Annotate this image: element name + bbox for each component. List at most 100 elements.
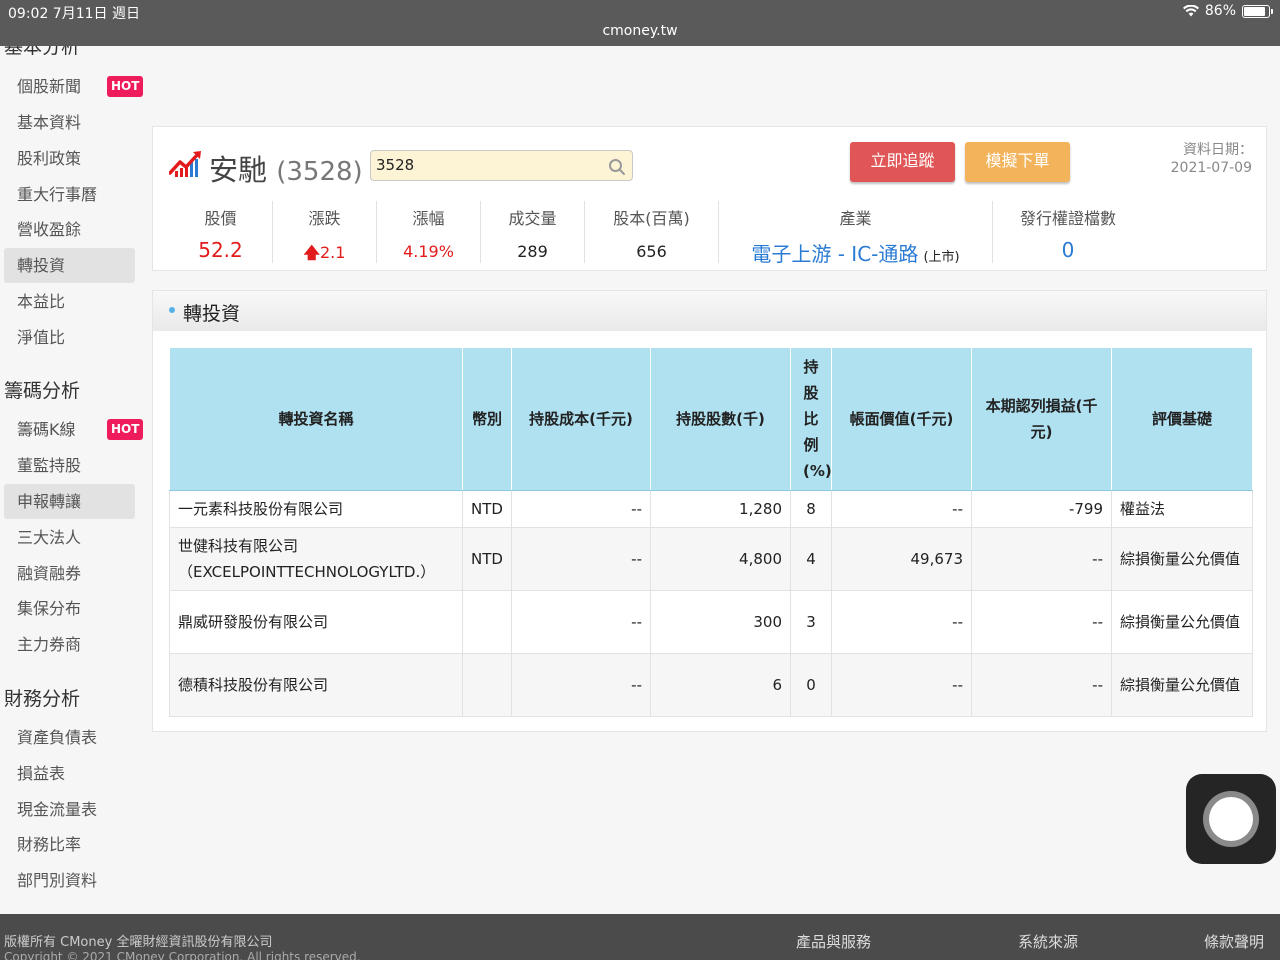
sidebar-item-label: 主力券商 xyxy=(17,635,82,654)
sidebar-item-label: 部門別資料 xyxy=(17,871,98,890)
table-row: 世健科技有限公司（EXCELPOINTTECHNOLOGYLTD.） NTD -… xyxy=(169,527,1253,591)
cell-shares: 1,280 xyxy=(650,490,791,528)
sidebar-item-label: 基本資料 xyxy=(17,113,82,132)
stat-value: 289 xyxy=(517,242,548,261)
sidebar-item-balance-sheet[interactable]: 資產負債表 xyxy=(4,720,135,755)
stock-title: 安馳 (3528) xyxy=(209,147,363,189)
stat-price: 股價 52.2 xyxy=(169,201,273,263)
sidebar-item-label: 現金流量表 xyxy=(17,800,98,819)
hot-badge: HOT xyxy=(107,419,144,440)
cell-book: -- xyxy=(831,653,972,717)
sidebar-item-segments[interactable]: 部門別資料 xyxy=(4,863,135,898)
stat-label: 漲跌 xyxy=(308,209,341,228)
sidebar-item-investment[interactable]: 轉投資 xyxy=(4,248,135,283)
sidebar-item-dividend[interactable]: 股利政策 xyxy=(4,141,135,176)
stat-warrants: 發行權證檔數 0 xyxy=(993,201,1143,263)
battery-icon xyxy=(1242,4,1273,18)
rising-chart-icon xyxy=(168,149,203,181)
sidebar-item-label: 籌碼K線 xyxy=(17,420,76,439)
sidebar-item-institutional[interactable]: 三大法人 xyxy=(4,520,135,555)
sidebar-item-transfer[interactable]: 申報轉讓 xyxy=(4,484,135,519)
sidebar-item-label: 重大行事曆 xyxy=(17,185,98,204)
stat-value: 電子上游 - IC-通路 (上市) xyxy=(719,238,992,267)
cell-pl: -- xyxy=(971,653,1112,717)
column-header: 帳面價值(千元) xyxy=(831,347,972,491)
table-row: 鼎威研發股份有限公司 -- 300 3 -- -- 綜損衡量公允價值 xyxy=(169,590,1253,654)
sidebar-item-revenue[interactable]: 營收盈餘 xyxy=(4,212,135,247)
cell-cost: -- xyxy=(511,590,651,654)
column-header: 持股比例(%) xyxy=(790,347,832,491)
sidebar-item-custody[interactable]: 集保分布 xyxy=(4,591,135,626)
cell-ratio: 3 xyxy=(790,590,832,654)
cell-currency: NTD xyxy=(462,490,512,528)
cell-ratio: 8 xyxy=(790,490,832,528)
stat-label: 成交量 xyxy=(508,209,557,228)
sidebar-item-label: 股利政策 xyxy=(17,149,82,168)
table-row: 德積科技股份有限公司 -- 6 0 -- -- 綜損衡量公允價值 xyxy=(169,653,1253,717)
table-header-row: 轉投資名稱 幣別 持股成本(千元) 持股股數(千) 持股比例(%) 帳面價值(千… xyxy=(169,347,1253,491)
stock-search-input[interactable]: 3528 xyxy=(370,150,633,181)
sidebar-item-basic-info[interactable]: 基本資料 xyxy=(4,105,135,140)
cell-basis: 權益法 xyxy=(1111,490,1253,528)
column-header: 本期認列損益(千元) xyxy=(971,347,1112,491)
sidebar-item-pe[interactable]: 本益比 xyxy=(4,284,135,319)
column-header: 評價基礎 xyxy=(1111,347,1253,491)
sidebar-section-title: 財務分析 xyxy=(4,688,81,710)
cell-shares: 4,800 xyxy=(650,527,791,591)
sidebar-item-margin[interactable]: 融資融券 xyxy=(4,556,135,591)
footer-link-sources[interactable]: 系統來源 xyxy=(1018,931,1078,952)
sidebar-item-cashflow[interactable]: 現金流量表 xyxy=(4,792,135,827)
sidebar-item-chip-kline[interactable]: 籌碼K線 HOT xyxy=(4,412,144,447)
cell-currency xyxy=(462,590,512,654)
sidebar-item-ratios[interactable]: 財務比率 xyxy=(4,827,135,862)
sidebar-item-calendar[interactable]: 重大行事曆 xyxy=(4,177,135,212)
assistive-touch-button[interactable] xyxy=(1186,774,1276,864)
cell-basis: 綜損衡量公允價值 xyxy=(1111,527,1253,591)
sidebar-item-stock-news[interactable]: 個股新聞 HOT xyxy=(4,69,144,104)
sidebar-item-income[interactable]: 損益表 xyxy=(4,756,135,791)
stat-label: 股價 xyxy=(204,209,237,228)
cell-cost: -- xyxy=(511,527,651,591)
footer-link-terms[interactable]: 條款聲明 xyxy=(1204,931,1264,952)
cell-book: -- xyxy=(831,590,972,654)
investment-table: 轉投資名稱 幣別 持股成本(千元) 持股股數(千) 持股比例(%) 帳面價值(千… xyxy=(169,347,1253,717)
table-row: 一元素科技股份有限公司 NTD -- 1,280 8 -- -799 權益法 xyxy=(169,490,1253,528)
arrow-up-icon: 🡅 xyxy=(303,243,320,262)
sidebar-item-label: 個股新聞 xyxy=(17,77,82,96)
stat-value: 🡅2.1 xyxy=(273,242,376,269)
cell-pl: -- xyxy=(971,527,1112,591)
change-value: 2.1 xyxy=(320,243,346,262)
sidebar-item-label: 淨值比 xyxy=(17,328,66,347)
simulate-order-button[interactable]: 模擬下單 xyxy=(965,142,1070,182)
hot-badge: HOT xyxy=(107,76,144,97)
footer-copyright-en: Copyright © 2021 CMoney Corporation. All… xyxy=(4,950,361,960)
sidebar-section-title: 籌碼分析 xyxy=(4,380,81,402)
search-value: 3528 xyxy=(376,156,415,174)
market-label: (上市) xyxy=(923,250,960,265)
cell-name: 鼎威研發股份有限公司 xyxy=(169,590,463,654)
data-date-value: 2021-07-09 xyxy=(1170,160,1252,176)
stat-label: 漲幅 xyxy=(412,209,445,228)
stat-label: 發行權證檔數 xyxy=(1019,209,1116,228)
address-url[interactable]: cmoney.tw xyxy=(0,23,1280,39)
sidebar-item-label: 集保分布 xyxy=(17,599,82,618)
stat-label: 產業 xyxy=(839,209,872,228)
cell-currency: NTD xyxy=(462,527,512,591)
track-button[interactable]: 立即追蹤 xyxy=(850,142,955,182)
section-title: 轉投資 xyxy=(183,303,241,325)
sidebar-item-label: 營收盈餘 xyxy=(17,220,82,239)
data-date-label: 資料日期： xyxy=(1183,142,1253,158)
sidebar-item-label: 財務比率 xyxy=(17,835,82,854)
warrants-link[interactable]: 0 xyxy=(993,238,1143,262)
sidebar-item-label: 損益表 xyxy=(17,764,66,783)
assistive-touch-icon xyxy=(1203,791,1259,847)
stat-value: 4.19% xyxy=(403,242,454,261)
sidebar-item-label: 申報轉讓 xyxy=(17,492,82,511)
sidebar-item-director-holdings[interactable]: 董監持股 xyxy=(4,448,135,483)
search-icon[interactable] xyxy=(608,157,626,175)
sidebar-item-broker[interactable]: 主力券商 xyxy=(4,627,135,662)
industry-link[interactable]: 電子上游 - IC-通路 xyxy=(751,242,918,266)
sidebar-item-pb[interactable]: 淨值比 xyxy=(4,320,135,355)
cell-name: 一元素科技股份有限公司 xyxy=(169,490,463,528)
footer-link-products[interactable]: 產品與服務 xyxy=(796,931,871,952)
